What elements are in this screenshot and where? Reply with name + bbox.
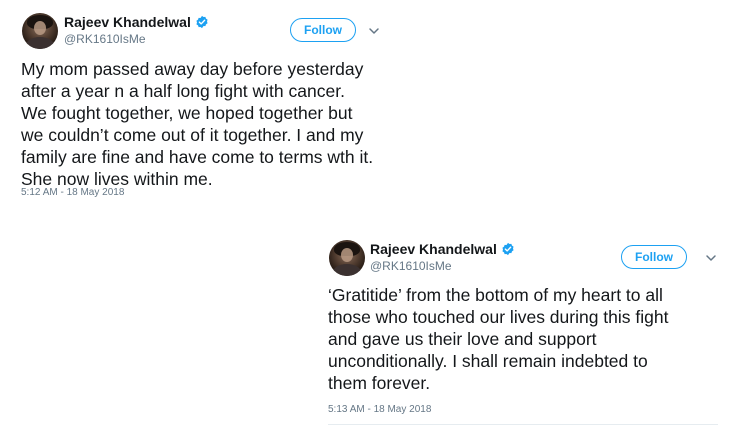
chevron-down-icon[interactable] [705, 252, 717, 264]
tweet-text-line: My mom passed away day before yesterday [21, 59, 364, 79]
author-name[interactable]: Rajeev Khandelwal [370, 241, 497, 257]
author-handle[interactable]: @RK1610IsMe [370, 259, 452, 273]
author-name[interactable]: Rajeev Khandelwal [64, 14, 191, 30]
verified-badge-icon [196, 15, 208, 29]
tweet-card: Rajeev Khandelwal @RK1610IsMe Follow ‘Gr… [312, 228, 740, 425]
tweet-text: My mom passed away day before yesterday … [21, 58, 373, 190]
follow-button[interactable]: Follow [621, 245, 687, 269]
author-handle[interactable]: @RK1610IsMe [64, 32, 146, 46]
tweet-text-line: We fought together, we hoped together bu… [21, 103, 353, 123]
avatar[interactable] [329, 240, 365, 276]
chevron-down-icon[interactable] [368, 25, 380, 37]
tweet-text-line: unconditionally. I shall remain indebted… [328, 351, 648, 371]
tweet-text-line: we couldn’t come out of it together. I a… [21, 125, 364, 145]
avatar[interactable] [22, 13, 58, 49]
tweet-text: ‘Gratitide’ from the bottom of my heart … [328, 284, 668, 394]
tweet-card: Rajeev Khandelwal @RK1610IsMe Follow My … [0, 0, 392, 210]
verified-badge-icon [502, 242, 514, 256]
tweet-timestamp[interactable]: 5:12 AM - 18 May 2018 [21, 187, 124, 198]
tweet-text-line: ‘Gratitide’ from the bottom of my heart … [328, 285, 663, 305]
tweet-timestamp[interactable]: 5:13 AM - 18 May 2018 [328, 404, 431, 415]
tweet-text-line: those who touched our lives during this … [328, 307, 669, 327]
tweet-text-line: and gave us their love and support [328, 329, 597, 349]
tweet-text-line: family are fine and have come to terms w… [21, 147, 374, 167]
follow-button[interactable]: Follow [290, 18, 356, 42]
tweet-text-line: them forever. [328, 373, 431, 393]
tweet-text-line: after a year n a half long fight with ca… [21, 81, 345, 101]
